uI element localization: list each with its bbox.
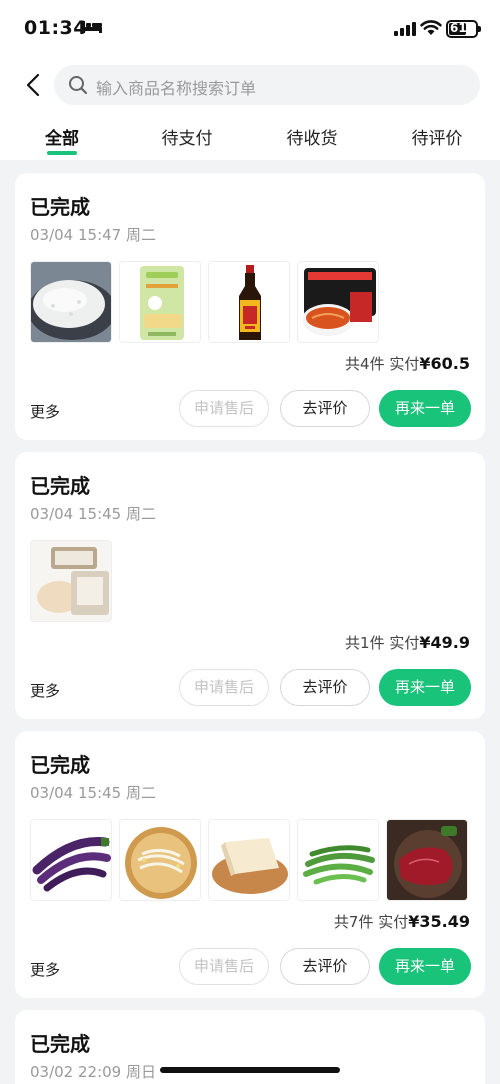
order-card[interactable]: 已完成 03/04 15:45 周二 共7件 实付¥35.49 更多 申请售后 … <box>15 731 485 998</box>
product-thumbnail-rice[interactable] <box>30 261 112 343</box>
home-indicator[interactable] <box>160 1067 340 1073</box>
sleep-focus-icon <box>82 21 102 33</box>
order-datetime: 03/04 15:45 周二 <box>30 505 156 523</box>
more-button[interactable]: 更多 <box>30 959 60 980</box>
product-thumbnail-beef[interactable] <box>386 819 468 901</box>
order-status: 已完成 <box>30 753 90 777</box>
battery-percent: 61 <box>450 21 467 35</box>
item-count: 共7件 <box>333 913 374 931</box>
chevron-left-icon <box>26 73 40 97</box>
tab-pending-delivery[interactable]: 待收货 <box>257 124 367 149</box>
reorder-button[interactable]: 再来一单 <box>379 669 471 706</box>
wifi-icon <box>420 20 442 35</box>
product-thumbnail-bean-sprouts[interactable] <box>119 819 201 901</box>
paid-amount: ¥35.49 <box>408 912 470 931</box>
product-thumbnail-green-beans[interactable] <box>297 819 379 901</box>
order-card[interactable]: 已完成 03/04 15:47 周二 共4件 实付¥60.5 更多 申请售后 去… <box>15 173 485 440</box>
more-button[interactable]: 更多 <box>30 680 60 701</box>
reorder-button[interactable]: 再来一单 <box>379 390 471 427</box>
product-thumbnail-tofu[interactable] <box>208 819 290 901</box>
order-card[interactable]: 已完成 03/04 15:45 周二 共1件 实付¥49.9 更多 申请售后 去… <box>15 452 485 719</box>
back-button[interactable] <box>20 70 46 100</box>
product-thumbnail-soy-sauce[interactable] <box>208 261 290 343</box>
paid-label: 实付 <box>378 913 409 931</box>
active-tab-indicator <box>47 151 77 155</box>
review-button[interactable]: 去评价 <box>280 390 370 427</box>
tab-pending-review[interactable]: 待评价 <box>382 124 492 149</box>
reorder-button[interactable]: 再来一单 <box>379 948 471 985</box>
status-time: 01:34 <box>24 17 87 39</box>
item-count: 共1件 <box>345 634 385 652</box>
product-thumbnail-instant-noodles[interactable] <box>297 261 379 343</box>
tab-pending-payment[interactable]: 待支付 <box>132 124 242 149</box>
header: 01:34 61 输入商品名称搜索订单 全部 待支付 待收货 待评价 <box>0 0 500 160</box>
cellular-signal-icon <box>394 22 416 36</box>
after-sale-button[interactable]: 申请售后 <box>179 669 269 706</box>
order-tabs: 全部 待支付 待收货 待评价 <box>0 118 500 158</box>
status-bar: 01:34 61 <box>0 0 500 56</box>
search-placeholder: 输入商品名称搜索订单 <box>96 79 257 98</box>
review-button[interactable]: 去评价 <box>280 669 370 706</box>
order-summary: 共1件 实付¥49.9 <box>345 632 470 653</box>
more-button[interactable]: 更多 <box>30 401 60 422</box>
order-datetime: 03/04 15:45 周二 <box>30 784 156 802</box>
order-status: 已完成 <box>30 474 90 498</box>
battery-indicator: 61 <box>446 20 481 38</box>
product-thumbnail-eggplant[interactable] <box>30 819 112 901</box>
battery-nub <box>478 26 481 32</box>
paid-amount: ¥49.9 <box>419 633 470 652</box>
search-icon <box>69 76 88 95</box>
paid-label: 实付 <box>389 355 420 373</box>
order-datetime: 03/04 15:47 周二 <box>30 226 156 244</box>
order-summary: 共4件 实付¥60.5 <box>345 353 470 374</box>
paid-label: 实付 <box>389 634 420 652</box>
order-status: 已完成 <box>30 1032 90 1056</box>
order-status: 已完成 <box>30 195 90 219</box>
item-count: 共4件 <box>345 355 385 373</box>
product-thumbnail-powder-compact[interactable] <box>30 540 112 622</box>
tab-all[interactable]: 全部 <box>7 124 117 149</box>
after-sale-button[interactable]: 申请售后 <box>179 948 269 985</box>
order-datetime: 03/02 22:09 周日 <box>30 1063 156 1081</box>
order-summary: 共7件 实付¥35.49 <box>334 911 470 932</box>
search-bar[interactable]: 输入商品名称搜索订单 <box>54 65 480 105</box>
paid-amount: ¥60.5 <box>419 354 470 373</box>
product-thumbnail-cat-litter[interactable] <box>119 261 201 343</box>
review-button[interactable]: 去评价 <box>280 948 370 985</box>
after-sale-button[interactable]: 申请售后 <box>179 390 269 427</box>
